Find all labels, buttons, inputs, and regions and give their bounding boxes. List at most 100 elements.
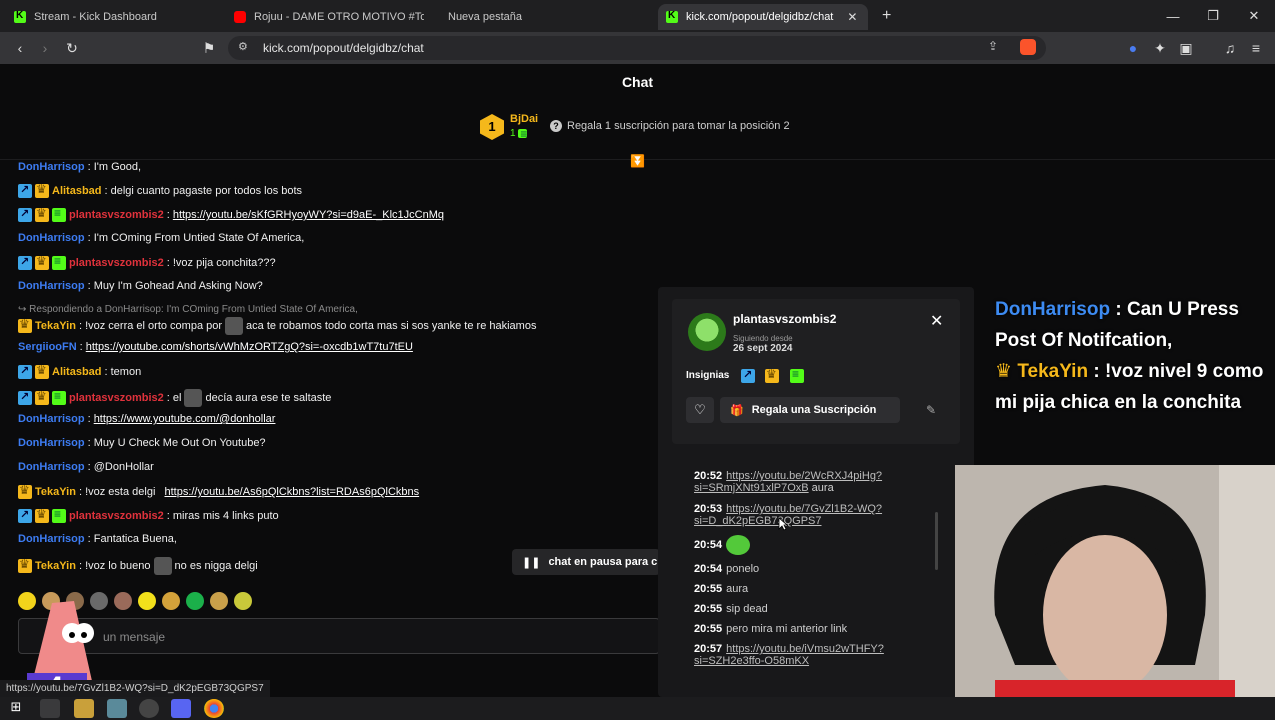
puzzle-icon[interactable]: ✦ [1150, 38, 1170, 58]
bookmark-icon[interactable]: ⚑ [199, 38, 219, 58]
folder-icon[interactable] [74, 699, 94, 718]
log-time: 20:54 [694, 539, 723, 551]
extension-icon[interactable]: ● [1123, 38, 1143, 58]
message-link[interactable]: https://youtube.com/shorts/vWhMzORTZgQ?s… [86, 341, 413, 353]
sub-badge-icon [52, 507, 66, 523]
message-text: : !voz lo bueno [78, 560, 151, 572]
forward-icon[interactable]: › [35, 38, 55, 58]
follow-heart-button[interactable]: ♡ [686, 397, 714, 423]
url-input[interactable]: ⚙ kick.com/popout/delgidbz/chat ⇪ [228, 36, 1046, 60]
chat-message: DonHarrisop: I'm Good, [18, 161, 141, 173]
input-placeholder: un mensaje [103, 630, 166, 644]
log-link[interactable]: https://youtu.be/iVmsu2wTHFY? [726, 643, 884, 655]
username[interactable]: TekaYin [35, 560, 76, 572]
emote-icon[interactable] [186, 592, 204, 610]
username[interactable]: DonHarrisop [18, 461, 85, 473]
menu-icon[interactable]: ≡ [1246, 38, 1266, 58]
sub-badge-icon [790, 367, 804, 383]
username[interactable]: plantasvszombis2 [69, 257, 164, 269]
username[interactable]: DonHarrisop [18, 232, 85, 244]
log-link[interactable]: https://youtu.be/2WcRXJ4piHg? [726, 470, 882, 482]
username[interactable]: TekaYin [35, 320, 76, 332]
help-icon[interactable]: ? [550, 120, 562, 132]
tab-kick-chat[interactable]: kick.com/popout/delgidbz/chat ✕ [658, 4, 868, 30]
emote-icon[interactable] [114, 592, 132, 610]
maximize-button[interactable]: ❐ [1193, 0, 1233, 32]
username[interactable]: DonHarrisop [18, 533, 85, 545]
sidebar-icon[interactable]: ▣ [1176, 38, 1196, 58]
tab-new[interactable]: Nueva pestaña [440, 4, 650, 30]
crown-badge-icon [35, 389, 49, 405]
username[interactable]: DonHarrisop [18, 280, 85, 292]
chat-title: Chat [621, 74, 654, 90]
new-tab-button[interactable]: + [882, 7, 891, 25]
pin-badge-icon [18, 207, 32, 222]
message-link[interactable]: https://www.youtube.com/@donhollar [94, 413, 276, 425]
username[interactable]: DonHarrisop [18, 413, 85, 425]
leader-name[interactable]: BjDai [510, 113, 538, 125]
chat-message: TekaYin: !voz esta delgi https://youtu.b… [18, 483, 419, 499]
log-link[interactable]: si=SRmjXNt91xlP7OxB [694, 482, 809, 494]
gift-icon: 🎁 [730, 404, 744, 417]
emote-icon[interactable] [234, 592, 252, 610]
brave-shield-icon[interactable] [1020, 39, 1036, 55]
tab-youtube[interactable]: Rojuu - DAME OTRO MOTIVO #Tony [226, 4, 432, 30]
message-text: : [166, 209, 170, 221]
username[interactable]: plantasvszombis2 [69, 510, 164, 522]
message-text: : I'm Good, [87, 161, 142, 173]
emote-icon[interactable] [138, 592, 156, 610]
obs-icon[interactable] [139, 699, 159, 718]
message-link[interactable]: https://youtu.be/sKfGRHyoyWY?si=d9aE-_Kl… [173, 209, 444, 221]
log-link[interactable]: si=SZH2e3ffo-O58mKX [694, 655, 809, 667]
close-tab-icon[interactable]: ✕ [847, 10, 857, 24]
chat-paused-button[interactable]: ❚❚ chat en pausa para c [512, 549, 660, 575]
emote-icon[interactable] [210, 592, 228, 610]
chrome-icon[interactable] [204, 699, 224, 718]
emote-icon[interactable] [162, 592, 180, 610]
username[interactable]: plantasvszombis2 [69, 392, 164, 404]
message-text: : [87, 413, 91, 425]
chat-message-input[interactable]: un mensaje [18, 618, 660, 654]
gift-sub-button[interactable]: 🎁 Regala una Suscripción [720, 397, 900, 423]
username[interactable]: DonHarrisop [18, 161, 85, 173]
card-scrollbar[interactable] [935, 512, 938, 570]
chat-message: plantasvszombis2: https://youtu.be/sKfGR… [18, 206, 444, 222]
discord-icon[interactable] [171, 699, 191, 718]
media-icon[interactable]: ♫ [1220, 38, 1240, 58]
username[interactable]: TekaYin [35, 486, 76, 498]
username[interactable]: plantasvszombis2 [69, 209, 164, 221]
pin-badge-icon [18, 255, 32, 270]
message-text: : Fantatica Buena, [87, 533, 177, 545]
minimize-button[interactable]: — [1153, 0, 1193, 32]
crown-badge-icon [35, 507, 49, 523]
scroll-down-icon[interactable]: ⏬ [630, 154, 645, 168]
url-text: kick.com/popout/delgidbz/chat [263, 41, 424, 55]
close-icon[interactable]: ✕ [930, 311, 943, 331]
chat-message: DonHarrisop: Fantatica Buena, [18, 533, 177, 545]
username[interactable]: Alitasbad [52, 366, 102, 378]
pin-badge-icon [18, 364, 32, 379]
taskbar-app-icon[interactable] [107, 699, 127, 718]
windows-start-icon[interactable]: ⊞ [6, 699, 26, 718]
pause-icon: ❚❚ [522, 556, 541, 569]
share-icon[interactable]: ⇪ [988, 39, 998, 53]
tab-kick-dashboard[interactable]: Stream - Kick Dashboard [6, 4, 226, 30]
site-info-icon[interactable]: ⚙ [238, 40, 248, 53]
back-icon[interactable]: ‹ [10, 38, 30, 58]
crown-badge-icon [35, 254, 49, 270]
overlay-username: DonHarrisop [995, 299, 1111, 320]
card-username[interactable]: plantasvszombis2 [733, 312, 836, 326]
username[interactable]: DonHarrisop [18, 437, 85, 449]
log-link[interactable]: si=D_dK2pEGB73QGPS7 [694, 515, 822, 527]
username[interactable]: Alitasbad [52, 185, 102, 197]
log-link[interactable]: https://youtu.be/7GvZl1B2-WQ? [726, 503, 882, 515]
mod-tools-icon[interactable]: ✎ [926, 403, 936, 417]
taskbar-app-icon[interactable] [40, 699, 60, 718]
message-link[interactable]: https://youtu.be/As6pQlCkbns?list=RDAs6p… [164, 486, 419, 498]
following-date: 26 sept 2024 [733, 343, 793, 354]
window-close-button[interactable]: ✕ [1234, 0, 1274, 32]
message-text: : temon [104, 366, 142, 378]
crown-badge-icon [18, 557, 32, 573]
username[interactable]: SergiiooFN [18, 341, 77, 353]
reload-icon[interactable]: ↻ [62, 38, 82, 58]
